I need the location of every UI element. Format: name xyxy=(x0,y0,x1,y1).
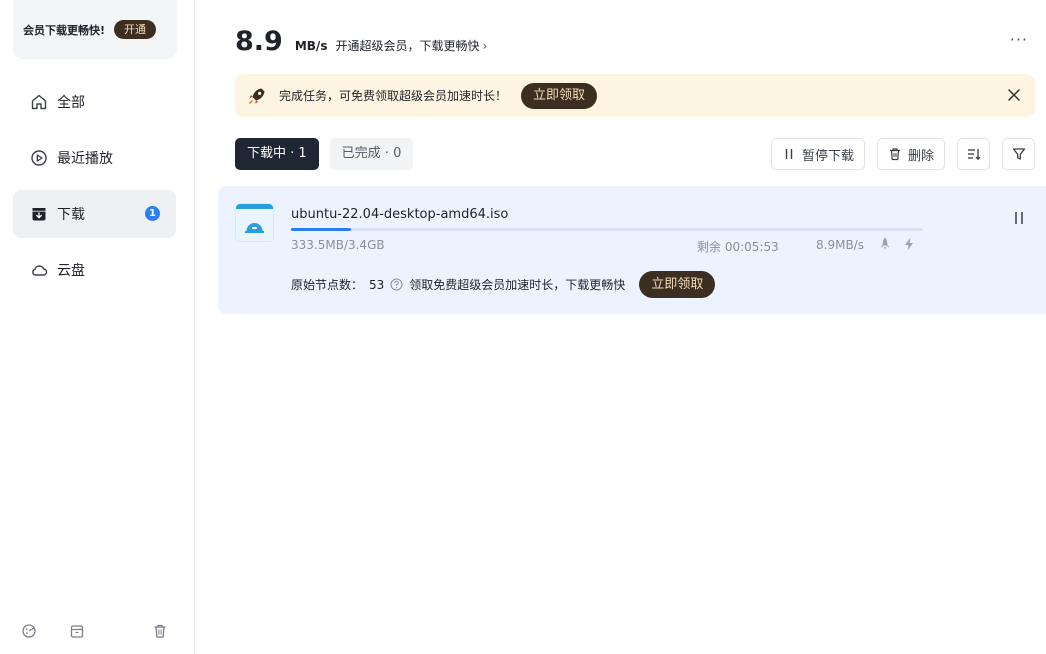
vip-open-button[interactable]: 开通 xyxy=(114,20,157,39)
sidebar: 会员下载更畅快! 开通 全部 最近播放 下载 1 云盘 xyxy=(0,0,195,654)
pause-all-button[interactable]: 暂停下载 xyxy=(770,138,865,170)
sidebar-item-download[interactable]: 下载 1 xyxy=(13,190,176,238)
pause-all-label: 暂停下载 xyxy=(801,148,854,164)
delete-button[interactable]: 删除 xyxy=(876,138,945,170)
play-circle-icon xyxy=(30,149,48,167)
download-box-icon xyxy=(30,205,48,223)
speed-promo-link[interactable]: 开通超级会员，下载更畅快 › xyxy=(335,37,487,54)
delete-label: 删除 xyxy=(907,148,934,164)
iso-file-icon xyxy=(236,204,273,241)
more-menu-button[interactable]: ··· xyxy=(1010,30,1028,49)
download-progress-bar xyxy=(291,228,923,231)
banner-claim-button[interactable]: 立即领取 xyxy=(521,82,598,109)
sidebar-item-cloud[interactable]: 云盘 xyxy=(13,246,176,294)
banner-text: 完成任务，可免费领取超级会员加速时长！ xyxy=(279,89,508,103)
task-claim-button[interactable]: 立即领取 xyxy=(639,271,716,298)
filter-icon xyxy=(1011,146,1027,162)
sidebar-bottom-toolbar xyxy=(0,622,195,642)
file-name: ubuntu-22.04-desktop-amd64.iso xyxy=(291,207,509,222)
sidebar-item-recent[interactable]: 最近播放 xyxy=(13,134,176,182)
download-tabs: 下载中 · 1 已完成 · 0 xyxy=(235,138,424,170)
trash-icon[interactable] xyxy=(151,622,169,640)
archive-icon[interactable] xyxy=(68,622,86,640)
speed-unit: MB/s xyxy=(294,39,328,53)
speed-value: 8.9 xyxy=(235,26,283,57)
sort-icon xyxy=(966,146,982,162)
node-count-label: 原始节点数： xyxy=(291,278,364,292)
node-count: 53 xyxy=(369,277,385,292)
rocket-icon[interactable] xyxy=(877,236,893,252)
download-task-row[interactable]: ubuntu-22.04-desktop-amd64.iso 333.5MB/3… xyxy=(218,186,1046,314)
tab-completed[interactable]: 已完成 · 0 xyxy=(329,138,414,170)
download-rate: 8.9MB/s xyxy=(816,238,864,252)
sidebar-item-label: 云盘 xyxy=(57,263,85,279)
speed-promo-text: 开通超级会员，下载更畅快 xyxy=(335,39,480,53)
sidebar-nav: 全部 最近播放 下载 1 云盘 xyxy=(13,78,176,302)
sidebar-item-all[interactable]: 全部 xyxy=(13,78,176,126)
trash-icon xyxy=(888,147,902,161)
vip-promo-text: 会员下载更畅快! xyxy=(23,23,106,37)
sidebar-item-label: 下载 xyxy=(57,207,85,223)
node-info-row: 原始节点数： 53 领取免费超级会员加速时长，下载更畅快 立即领取 xyxy=(291,271,716,298)
download-toolbar: 暂停下载 删除 xyxy=(759,138,1035,170)
node-promo-text: 领取免费超级会员加速时长，下载更畅快 xyxy=(409,278,626,292)
vip-promo-card: 会员下载更畅快! 开通 xyxy=(13,0,177,59)
rocket-icon xyxy=(247,86,267,106)
filter-button[interactable] xyxy=(1002,138,1035,170)
download-count-badge: 1 xyxy=(145,206,160,221)
sidebar-item-label: 全部 xyxy=(57,95,85,111)
pause-icon xyxy=(782,147,796,161)
speed-header: 8.9 MB/s 开通超级会员，下载更畅快 › xyxy=(235,26,487,57)
tab-downloading[interactable]: 下载中 · 1 xyxy=(235,138,319,170)
sidebar-item-label: 最近播放 xyxy=(57,151,113,167)
pause-task-icon[interactable] xyxy=(1012,210,1026,226)
download-progress-fill xyxy=(291,228,352,231)
download-size: 333.5MB/3.4GB xyxy=(291,238,385,252)
home-icon xyxy=(30,93,48,111)
sort-button[interactable] xyxy=(957,138,990,170)
cloud-icon xyxy=(30,261,48,279)
theme-icon[interactable] xyxy=(20,622,38,640)
promo-banner: 完成任务，可免费领取超级会员加速时长！ 立即领取 xyxy=(235,74,1035,117)
lightning-icon[interactable] xyxy=(901,236,917,252)
main-panel: 8.9 MB/s 开通超级会员，下载更畅快 › ··· 完成任务，可免费领取超级会… xyxy=(195,0,1046,654)
help-icon[interactable] xyxy=(390,278,403,291)
time-remaining: 剩余 00:05:53 xyxy=(697,240,779,254)
chevron-right-icon: › xyxy=(482,39,488,53)
close-icon[interactable] xyxy=(1005,86,1023,104)
